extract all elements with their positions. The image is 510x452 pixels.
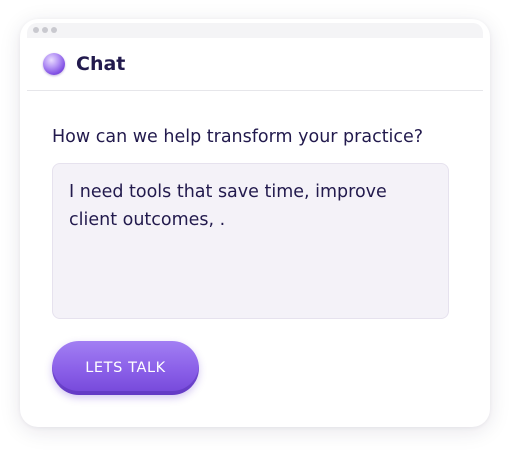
chat-window: Chat How can we help transform your prac… [20,19,490,427]
message-input[interactable]: I need tools that save time, improve cli… [52,163,449,319]
chat-title: Chat [76,53,126,75]
form-question: How can we help transform your practice? [52,127,424,147]
window-dot-icon [42,27,48,33]
lets-talk-button[interactable]: LETS TALK [52,341,199,395]
chat-header: Chat [27,38,483,91]
window-titlebar [27,23,483,38]
window-dot-icon [51,27,57,33]
purple-orb-icon [43,53,65,75]
window-dot-icon [33,27,39,33]
